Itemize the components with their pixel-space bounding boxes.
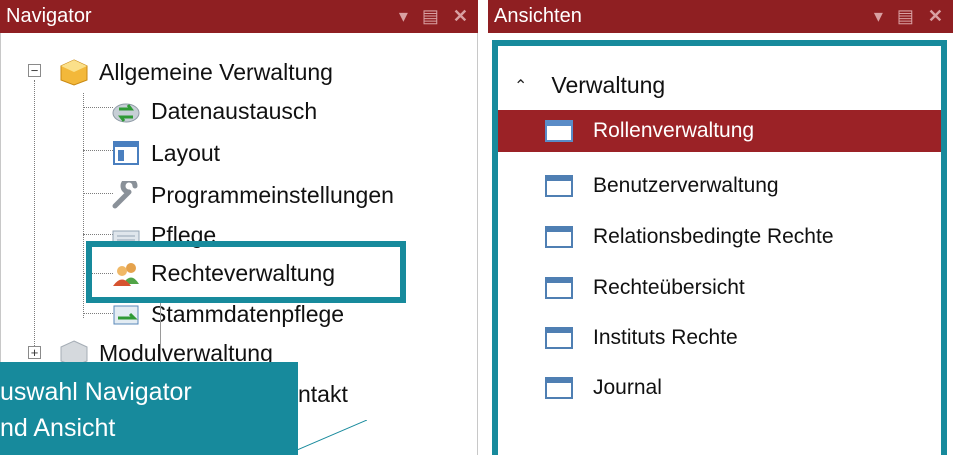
close-icon[interactable]: ✕ bbox=[453, 0, 468, 33]
window-icon bbox=[545, 120, 573, 142]
window-icon bbox=[545, 175, 573, 197]
group-verwaltung[interactable]: ⌃ Verwaltung bbox=[514, 72, 665, 99]
view-item-instituts-rechte[interactable]: Instituts Rechte bbox=[498, 317, 941, 359]
dropdown-arrow-icon[interactable]: ▾ bbox=[874, 0, 883, 33]
tree-item-programmeinstellungen[interactable]: Programmeinstellungen bbox=[111, 176, 394, 214]
callout-text-line2: nd Ansicht bbox=[0, 414, 116, 442]
tree-item-label: Datenaustausch bbox=[151, 97, 318, 124]
window-icon bbox=[545, 277, 573, 299]
view-item-label: Journal bbox=[593, 376, 662, 399]
view-item-relationsbedingte-rechte[interactable]: Relationsbedingte Rechte bbox=[498, 216, 941, 258]
view-item-rechteuebersicht[interactable]: Rechteübersicht bbox=[498, 267, 941, 309]
callout-pointer-line bbox=[297, 420, 367, 450]
tree-item-layout[interactable]: Layout bbox=[111, 134, 220, 172]
tree-item-label: Stammdatenpflege bbox=[151, 300, 345, 327]
view-item-label: Rollenverwaltung bbox=[593, 119, 755, 142]
tree-item-label: Programmeinstellungen bbox=[151, 181, 394, 208]
wrench-icon bbox=[111, 177, 141, 209]
layout-icon bbox=[111, 139, 141, 167]
views-title: Ansichten bbox=[494, 5, 582, 27]
tree-item-label: Allgemeine Verwaltung bbox=[99, 58, 333, 85]
close-icon[interactable]: ✕ bbox=[928, 0, 943, 33]
views-header: Ansichten ▾ ▤ ✕ bbox=[488, 0, 953, 33]
collapse-toggle-icon[interactable]: − bbox=[28, 64, 41, 77]
chevron-up-icon[interactable]: ⌃ bbox=[514, 76, 527, 96]
view-item-label: Rechteübersicht bbox=[593, 276, 745, 299]
window-icon bbox=[545, 226, 573, 248]
window-icon bbox=[545, 327, 573, 349]
highlight-frame-navigator bbox=[86, 241, 406, 303]
tree-item-label-partial: ntakt bbox=[298, 380, 348, 407]
tree-item-allgemeine-verwaltung[interactable]: Allgemeine Verwaltung bbox=[59, 53, 333, 91]
dropdown-arrow-icon[interactable]: ▾ bbox=[399, 0, 408, 33]
window-icon bbox=[545, 377, 573, 399]
data-icon bbox=[111, 300, 141, 328]
pin-icon[interactable]: ▤ bbox=[422, 0, 439, 33]
tree-item-label: Layout bbox=[151, 139, 221, 166]
navigator-header: Navigator ▾ ▤ ✕ bbox=[0, 0, 478, 33]
callout-text-line1: uswahl Navigator bbox=[0, 378, 192, 406]
group-label: Verwaltung bbox=[551, 72, 666, 98]
view-item-label: Benutzerverwaltung bbox=[593, 174, 779, 197]
tree-item-datenaustausch[interactable]: Datenaustausch bbox=[111, 92, 317, 130]
expand-toggle-icon[interactable]: + bbox=[28, 346, 41, 359]
callout-box: uswahl Navigator nd Ansicht bbox=[0, 362, 298, 455]
view-item-label: Relationsbedingte Rechte bbox=[593, 225, 834, 248]
view-item-benutzerverwaltung[interactable]: Benutzerverwaltung bbox=[498, 165, 941, 207]
view-item-label: Instituts Rechte bbox=[593, 326, 738, 349]
view-item-rollenverwaltung[interactable]: Rollenverwaltung bbox=[498, 110, 941, 152]
pin-icon[interactable]: ▤ bbox=[897, 0, 914, 33]
navigator-title: Navigator bbox=[6, 5, 92, 27]
exchange-icon bbox=[111, 97, 141, 125]
package-icon bbox=[59, 58, 89, 86]
view-item-journal[interactable]: Journal bbox=[498, 367, 941, 409]
tree-item-kontakt[interactable]: ntakt bbox=[298, 375, 348, 413]
views-panel: Ansichten ▾ ▤ ✕ ⌃ Verwaltung Rollenverwa… bbox=[488, 0, 953, 455]
